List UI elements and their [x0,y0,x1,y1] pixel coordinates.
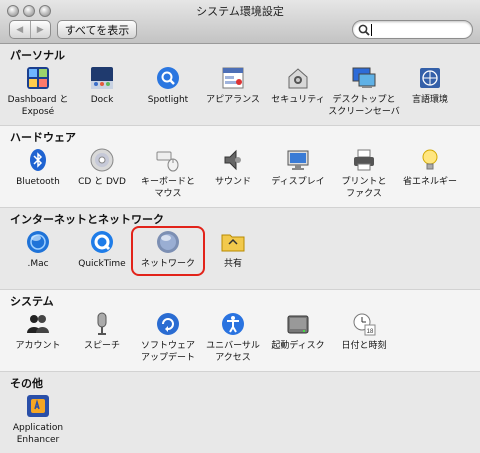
software-update-icon [157,313,179,335]
printer-icon [354,149,374,171]
pane-label: プリントと ファクス [341,177,387,199]
section-title: ハードウェア [10,131,76,144]
dotmac-icon [27,231,49,253]
sharing-icon [221,234,245,252]
application-enhancer-icon [27,395,49,417]
back-forward-control: ◀ ▶ [9,20,51,39]
dashboard-icon [27,67,49,89]
keyboard-mouse-icon [156,151,179,172]
pane-label: セキュリティ [271,95,325,105]
section-internet-network: インターネットとネットワーク .Mac QuickTime ネットワーク 共有 [0,208,480,290]
pane-label: デスクトップと スクリーンセーバ [328,95,400,117]
universal-access-icon [222,313,244,335]
section-title: システム [10,295,54,308]
pane-label: ディスプレイ [271,177,325,187]
title-bar: システム環境設定 ◀ ▶ すべてを表示 [0,0,480,44]
search-icon [358,24,370,36]
section-hardware: ハードウェア Bluetooth CD と DVD キーボードと マウス サウン… [0,126,480,208]
pane-label: 省エネルギー [402,177,457,187]
show-all-button[interactable]: すべてを表示 [57,20,137,39]
pane-label: .Mac [27,259,49,269]
quicktime-icon [91,231,113,253]
svg-text:18: 18 [367,329,374,335]
accounts-icon [27,315,49,333]
spotlight-icon [157,67,179,89]
section-title: パーソナル [10,49,65,62]
pane-label: 起動ディスク [271,341,325,351]
pane-label: Dock [90,95,114,105]
system-preferences-window: システム環境設定 ◀ ▶ すべてを表示 パーソナル Dashboard と Ex… [0,0,480,453]
desktop-icon [352,67,376,88]
display-icon [287,150,309,170]
window-title: システム環境設定 [196,5,284,18]
pane-label: スピーチ [83,341,120,351]
international-icon [420,68,440,88]
pane-label: 日付と時刻 [341,341,387,351]
network-highlight-annotation [131,226,205,276]
section-title: インターネットとネットワーク [10,213,164,226]
pane-label: キーボードと マウス [140,177,195,199]
security-icon [288,68,308,89]
section-title: その他 [10,377,43,390]
bluetooth-icon [30,149,46,171]
back-button[interactable]: ◀ [10,21,31,38]
section-system: システム アカウント スピーチ ソフトウェア アップデート ユニバーサル アクセ… [0,290,480,372]
speech-icon [97,312,107,335]
pane-label: Spotlight [147,95,189,105]
pane-label: Dashboard と Exposé [7,95,69,117]
appearance-icon [222,67,244,89]
search-caret [371,24,372,36]
dock-icon [91,67,113,89]
pane-label: 言語環境 [411,95,448,105]
pane-label: CD と DVD [78,177,126,187]
pane-label: アピアランス [206,95,260,105]
pane-label: ソフトウェア アップデート [140,341,195,363]
forward-button[interactable]: ▶ [31,21,51,38]
startup-disk-icon [287,315,309,334]
pane-label: Bluetooth [16,177,60,187]
section-other: その他 Application Enhancer [0,372,480,453]
pane-label: 共有 [223,259,242,269]
pane-label: Application Enhancer [12,423,64,445]
pane-label: QuickTime [78,259,126,269]
section-personal: パーソナル Dashboard と Exposé Dock Spotlight … [0,44,480,126]
energy-saver-icon [422,149,438,170]
pane-label: ユニバーサル アクセス [206,341,260,363]
sound-icon [224,149,241,171]
date-time-icon: 18 [353,313,376,336]
search-field[interactable] [352,20,473,39]
cd-dvd-icon [90,148,114,172]
pane-label: アカウント [15,341,61,351]
pane-label: サウンド [214,177,251,187]
